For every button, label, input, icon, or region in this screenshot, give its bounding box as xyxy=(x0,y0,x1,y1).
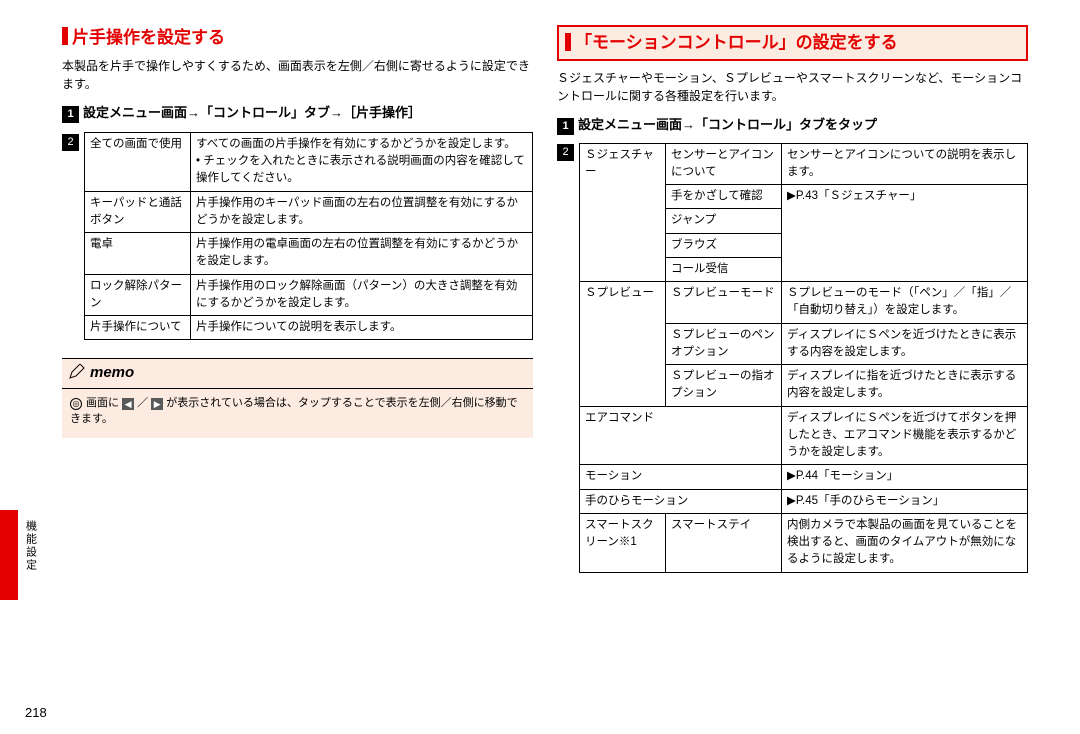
right-table: Ｓジェスチャー センサーとアイコンについて センサーとアイコンについての説明を表… xyxy=(579,143,1028,573)
table-cell: ジャンプ xyxy=(666,209,782,233)
table-cell: ▶P.43「Ｓジェスチャー」 xyxy=(782,185,1028,282)
step-number-icon: 2 xyxy=(557,144,574,161)
table-cell: Ｓプレビューの指オプション xyxy=(666,365,782,407)
left-intro: 本製品を片手で操作しやすくするため、画面表示を左側／右側に寄せるように設定できま… xyxy=(62,57,533,93)
right-title-box: 「モーションコントロール」の設定をする xyxy=(557,25,1028,61)
right-step1-text: 設定メニュー画面→「コントロール」タブをタップ xyxy=(578,117,877,132)
table-cell: 片手操作用のキーパッド画面の左右の位置調整を有効にするかどうかを設定します。 xyxy=(191,191,533,233)
table-cell: エアコマンド xyxy=(580,406,782,465)
bullet-icon: ◎ xyxy=(70,398,82,410)
right-step1: 1 設定メニュー画面→「コントロール」タブをタップ xyxy=(557,115,1028,135)
table-cell: 片手操作についての説明を表示します。 xyxy=(191,316,533,340)
table-cell: スマートステイ xyxy=(666,513,782,572)
right-column: 「モーションコントロール」の設定をする Ｓジェスチャーやモーション、Ｓプレビュー… xyxy=(545,25,1040,709)
side-tab xyxy=(0,510,18,600)
table-cell: ▶P.45「手のひらモーション」 xyxy=(782,489,1028,513)
step-number-icon: 2 xyxy=(62,134,79,151)
table-cell: ディスプレイに指を近づけたときに表示する内容を設定します。 xyxy=(782,365,1028,407)
left-step1: 1 設定メニュー画面→「コントロール」タブ→［片手操作］ xyxy=(62,103,533,123)
table-cell: ディスプレイにＳペンを近づけたときに表示する内容を設定します。 xyxy=(782,323,1028,365)
memo-header: memo xyxy=(62,358,533,389)
table-cell: 片手操作用の電卓画面の左右の位置調整を有効にするかどうかを設定します。 xyxy=(191,233,533,275)
step-number-icon: 1 xyxy=(557,118,574,135)
table-cell: ロック解除パターン xyxy=(85,274,191,316)
table-cell: Ｓプレビュー xyxy=(580,282,666,407)
table-cell: キーパッドと通話ボタン xyxy=(85,191,191,233)
left-column: 片手操作を設定する 本製品を片手で操作しやすくするため、画面表示を左側／右側に寄… xyxy=(50,25,545,709)
table-cell: ディスプレイにＳペンを近づけてボタンを押したとき、エアコマンド機能を表示するかど… xyxy=(782,406,1028,465)
table-cell: 片手操作用のロック解除画面（パターン）の大きさ調整を有効にするかどうかを設定しま… xyxy=(191,274,533,316)
table-cell: センサーとアイコンについての説明を表示します。 xyxy=(782,143,1028,185)
table-cell: ▶P.44「モーション」 xyxy=(782,465,1028,489)
table-cell: Ｓプレビューモード xyxy=(666,282,782,324)
table-cell: Ｓジェスチャー xyxy=(580,143,666,282)
table-cell: Ｓプレビューのペンオプション xyxy=(666,323,782,365)
table-cell: 電卓 xyxy=(85,233,191,275)
left-table-body: 全ての画面で使用すべての画面の片手操作を有効にするかどうかを設定します。 • チ… xyxy=(84,132,533,341)
table-cell: 手のひらモーション xyxy=(580,489,782,513)
table-cell: モーション xyxy=(580,465,782,489)
table-cell: コール受信 xyxy=(666,257,782,281)
right-title-text: 「モーションコントロール」の設定をする xyxy=(575,33,898,52)
memo-box: memo ◎画面に ◀ ／ ▶ が表示されている場合は、タップすることで表示を左… xyxy=(62,358,533,438)
left-title-text: 片手操作を設定する xyxy=(72,28,225,47)
pencil-icon xyxy=(68,364,86,380)
table-cell: スマートスクリーン※1 xyxy=(580,513,666,572)
table-cell: 手をかざして確認 xyxy=(666,185,782,209)
step-number-icon: 1 xyxy=(62,106,79,123)
page-number: 218 xyxy=(25,703,47,723)
table-cell: 内側カメラで本製品の画面を見ていることを検出すると、画面のタイムアウトが無効にな… xyxy=(782,513,1028,572)
table-cell: 片手操作について xyxy=(85,316,191,340)
side-label: 機能設定 xyxy=(22,520,39,572)
memo-body: ◎画面に ◀ ／ ▶ が表示されている場合は、タップすることで表示を左側／右側に… xyxy=(62,389,533,438)
right-arrow-icon: ▶ xyxy=(151,398,163,410)
table-cell: 全ての画面で使用 xyxy=(85,132,191,191)
table-cell: センサーとアイコンについて xyxy=(666,143,782,185)
left-title: 片手操作を設定する xyxy=(62,25,533,51)
table-cell: すべての画面の片手操作を有効にするかどうかを設定します。 • チェックを入れたと… xyxy=(191,132,533,191)
right-intro: Ｓジェスチャーやモーション、Ｓプレビューやスマートスクリーンなど、モーションコン… xyxy=(557,69,1028,105)
left-step1-text: 設定メニュー画面→「コントロール」タブ→［片手操作］ xyxy=(83,105,421,120)
table-cell: Ｓプレビューのモード（「ペン」／「指」／「自動切り替え」）を設定します。 xyxy=(782,282,1028,324)
left-arrow-icon: ◀ xyxy=(122,398,134,410)
table-cell: ブラウズ xyxy=(666,233,782,257)
memo-label: memo xyxy=(90,364,134,381)
